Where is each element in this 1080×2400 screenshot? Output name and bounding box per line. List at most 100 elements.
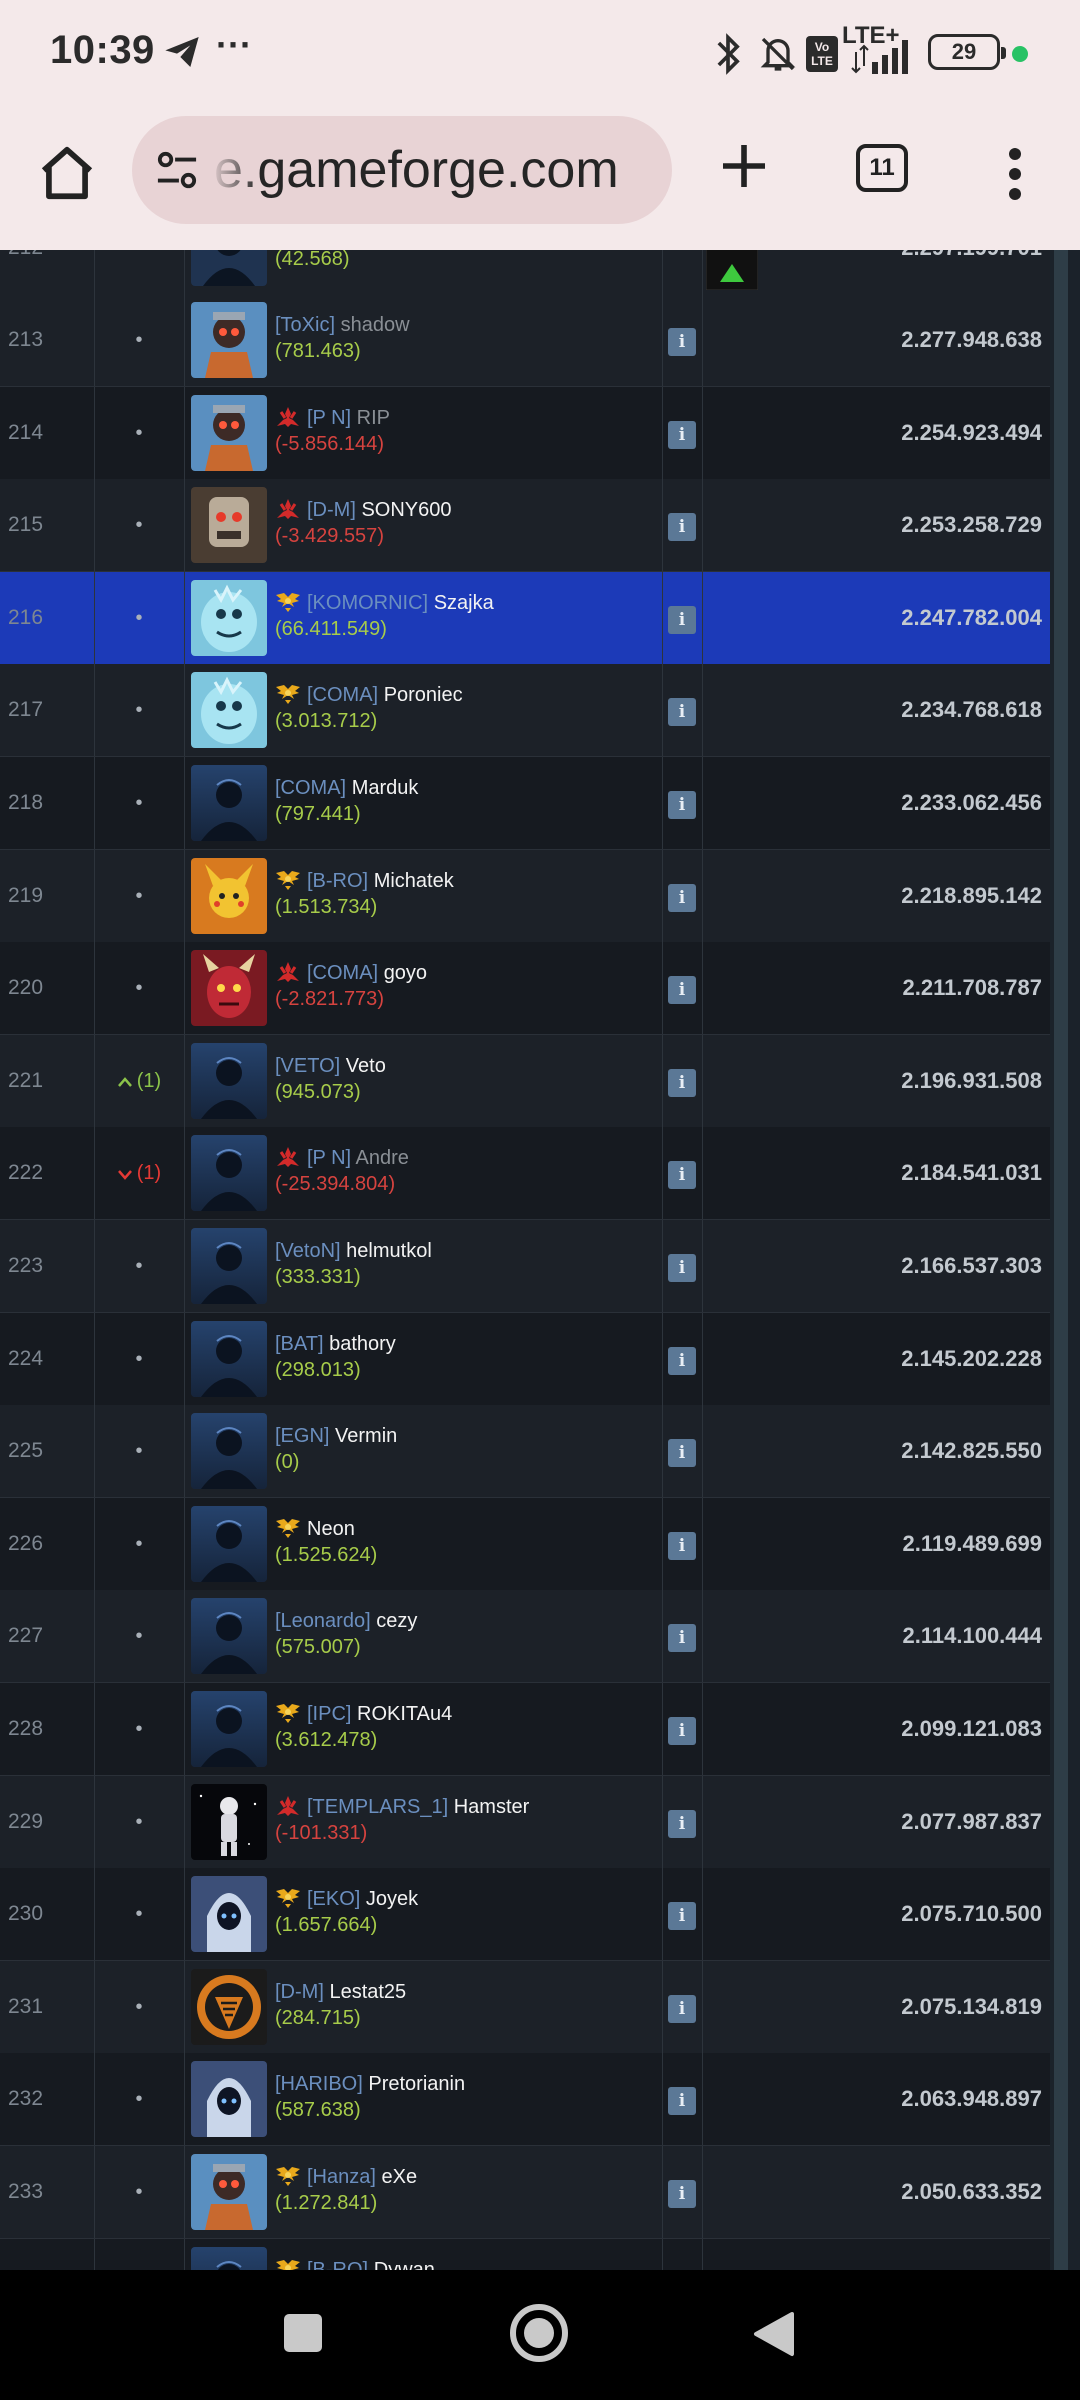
address-bar[interactable]: e.gameforge.com	[132, 116, 672, 224]
table-row[interactable]: 217 • [COMA] Poroniec (3.013.712) i 2.234.768…	[0, 664, 1050, 758]
player-name[interactable]: ROKITAu4	[357, 1703, 452, 1725]
avatar[interactable]	[191, 1691, 267, 1767]
info-icon[interactable]: i	[668, 2087, 696, 2116]
avatar[interactable]	[191, 1598, 267, 1675]
guild-tag[interactable]: [EKO]	[307, 1888, 360, 1910]
info-icon[interactable]: i	[668, 1254, 696, 1282]
table-row[interactable]: 226 • Neon (1.525.624) i 2.119.489.699	[0, 1497, 1050, 1591]
player-name[interactable]: Hamster	[454, 1796, 530, 1818]
back-button[interactable]	[752, 2310, 796, 2358]
guild-tag[interactable]: [P N]	[307, 1147, 351, 1169]
new-tab-button[interactable]	[716, 138, 772, 194]
guild-tag[interactable]: [VETO]	[275, 1055, 340, 1077]
guild-tag[interactable]: [BAT]	[275, 1333, 324, 1355]
home-button[interactable]	[36, 142, 98, 204]
avatar[interactable]	[191, 1413, 267, 1490]
info-icon[interactable]: i	[668, 328, 696, 356]
table-row[interactable]: [B-RO] Dywani	[0, 2238, 1050, 2270]
avatar[interactable]	[191, 1968, 267, 2045]
info-icon[interactable]: i	[668, 1624, 696, 1653]
avatar[interactable]	[191, 579, 267, 656]
avatar[interactable]	[191, 2246, 267, 2270]
player-name[interactable]: Joyek	[366, 1888, 418, 1910]
table-row[interactable]: 219 • [B-RO] Michatek (1.513.734) i 2.218.895…	[0, 849, 1050, 943]
info-icon[interactable]: i	[668, 1809, 696, 1838]
guild-tag[interactable]: [HARIBO]	[275, 2073, 363, 2095]
guild-tag[interactable]: [B-RO]	[307, 2259, 368, 2270]
table-row[interactable]: 223 • [VetoN] helmutkol (333.331) i 2.166.537…	[0, 1220, 1050, 1313]
avatar[interactable]	[191, 765, 267, 841]
avatar[interactable]	[191, 672, 267, 749]
info-icon[interactable]: i	[668, 1902, 696, 1931]
guild-tag[interactable]: [Hanza]	[307, 2166, 376, 2188]
avatar[interactable]	[191, 1876, 267, 1953]
player-name[interactable]: Poroniec	[384, 684, 463, 706]
player-name[interactable]: eXe	[382, 2166, 418, 2188]
guild-tag[interactable]: [VetoN]	[275, 1240, 341, 1262]
player-name[interactable]: Michatek	[374, 870, 454, 892]
avatar[interactable]	[191, 487, 267, 564]
avatar[interactable]	[191, 857, 267, 934]
guild-tag[interactable]: [B-RO]	[307, 870, 368, 892]
avatar[interactable]	[191, 1783, 267, 1860]
guild-tag[interactable]: [D-M]	[275, 1981, 324, 2003]
info-icon[interactable]: i	[668, 1439, 696, 1468]
guild-tag[interactable]: [P N]	[307, 407, 351, 429]
table-row[interactable]: 230 • [EKO] Joyek (1.657.664) i 2.075.710.500	[0, 1868, 1050, 1962]
info-icon[interactable]: i	[668, 1346, 696, 1375]
table-row[interactable]: 213 • [ToXic] shadow (781.463) i 2.277.948.63…	[0, 294, 1050, 387]
recents-button[interactable]	[284, 2314, 322, 2352]
table-row[interactable]: 229 • [TEMPLARS_1] Hamster (-101.331) i 2.077…	[0, 1775, 1050, 1869]
info-icon[interactable]: i	[668, 1068, 696, 1097]
info-icon[interactable]: i	[668, 1717, 696, 1745]
avatar[interactable]	[191, 1135, 267, 1212]
player-name[interactable]: helmutkol	[346, 1240, 432, 1262]
info-icon[interactable]: i	[668, 1531, 696, 1560]
player-name[interactable]: Andre	[356, 1147, 409, 1169]
info-icon[interactable]: i	[668, 1994, 696, 2023]
player-name[interactable]: Neon	[307, 1518, 355, 1540]
table-row[interactable]: 221 (1) [VETO] Veto (945.073) i 2.196.931.508	[0, 1034, 1050, 1128]
table-row[interactable]: 215 • [D-M] SONY600 (-3.429.557) i 2.253.258.…	[0, 479, 1050, 573]
table-row[interactable]: 214 • [P N] RIP (-5.856.144) i 2.254.923.494	[0, 386, 1050, 480]
player-name[interactable]: goyo	[384, 962, 427, 984]
table-row[interactable]: 222 (1) [P N] Andre (-25.394.804) i 2.184.541…	[0, 1127, 1050, 1221]
player-name[interactable]: Marduk	[352, 777, 419, 799]
guild-tag[interactable]: [COMA]	[307, 684, 378, 706]
scrollbar-thumb[interactable]	[1054, 250, 1068, 2270]
table-row[interactable]: 224 • [BAT] bathory (298.013) i 2.145.202.228	[0, 1312, 1050, 1406]
tab-switcher-button[interactable]: 11	[856, 144, 908, 192]
avatar[interactable]	[191, 1228, 267, 1304]
table-row[interactable]: 227 • [Leonardo] cezy (575.007) i 2.114.100.4…	[0, 1590, 1050, 1684]
table-row[interactable]: 218 • [COMA] Marduk (797.441) i 2.233.062.456	[0, 757, 1050, 850]
guild-tag[interactable]: [COMA]	[307, 962, 378, 984]
player-name[interactable]: Lestat25	[329, 1981, 406, 2003]
player-name[interactable]: shadow	[341, 314, 410, 336]
guild-tag[interactable]: [IPC]	[307, 1703, 351, 1725]
guild-tag[interactable]: [EGN]	[275, 1425, 329, 1447]
avatar[interactable]	[191, 302, 267, 378]
info-icon[interactable]: i	[668, 2180, 696, 2208]
player-name[interactable]: Szajka	[434, 592, 494, 614]
player-name[interactable]: Pretorianin	[368, 2073, 465, 2095]
table-row[interactable]: 220 • [COMA] goyo (-2.821.773) i 2.211.708.78…	[0, 942, 1050, 1036]
info-icon[interactable]: i	[668, 698, 696, 727]
site-settings-icon[interactable]	[154, 150, 200, 192]
avatar[interactable]	[191, 1505, 267, 1582]
avatar[interactable]	[191, 1320, 267, 1397]
table-row[interactable]: 232 • [HARIBO] Pretorianin (587.638) i 2.063.…	[0, 2053, 1050, 2147]
player-name[interactable]: Veto	[346, 1055, 386, 1077]
table-row[interactable]: 231 • [D-M] Lestat25 (284.715) i 2.075.134.81…	[0, 1960, 1050, 2054]
info-icon[interactable]: i	[668, 513, 696, 542]
avatar[interactable]	[191, 394, 267, 471]
info-icon[interactable]: i	[668, 420, 696, 449]
player-name[interactable]: Vermin	[335, 1425, 397, 1447]
player-name[interactable]: SONY600	[361, 499, 451, 521]
info-icon[interactable]: i	[668, 605, 696, 634]
avatar[interactable]	[191, 2154, 267, 2230]
player-name[interactable]: Dywan	[374, 2259, 435, 2270]
table-row-highlighted[interactable]: 216 • [KOMORNIC] Szajka (66.411.549) i 2.247.…	[0, 571, 1050, 665]
guild-tag[interactable]: [D-M]	[307, 499, 356, 521]
table-row[interactable]: 225 • [EGN] Vermin (0) i 2.142.825.550	[0, 1405, 1050, 1499]
overflow-menu-button[interactable]	[1000, 144, 1030, 204]
